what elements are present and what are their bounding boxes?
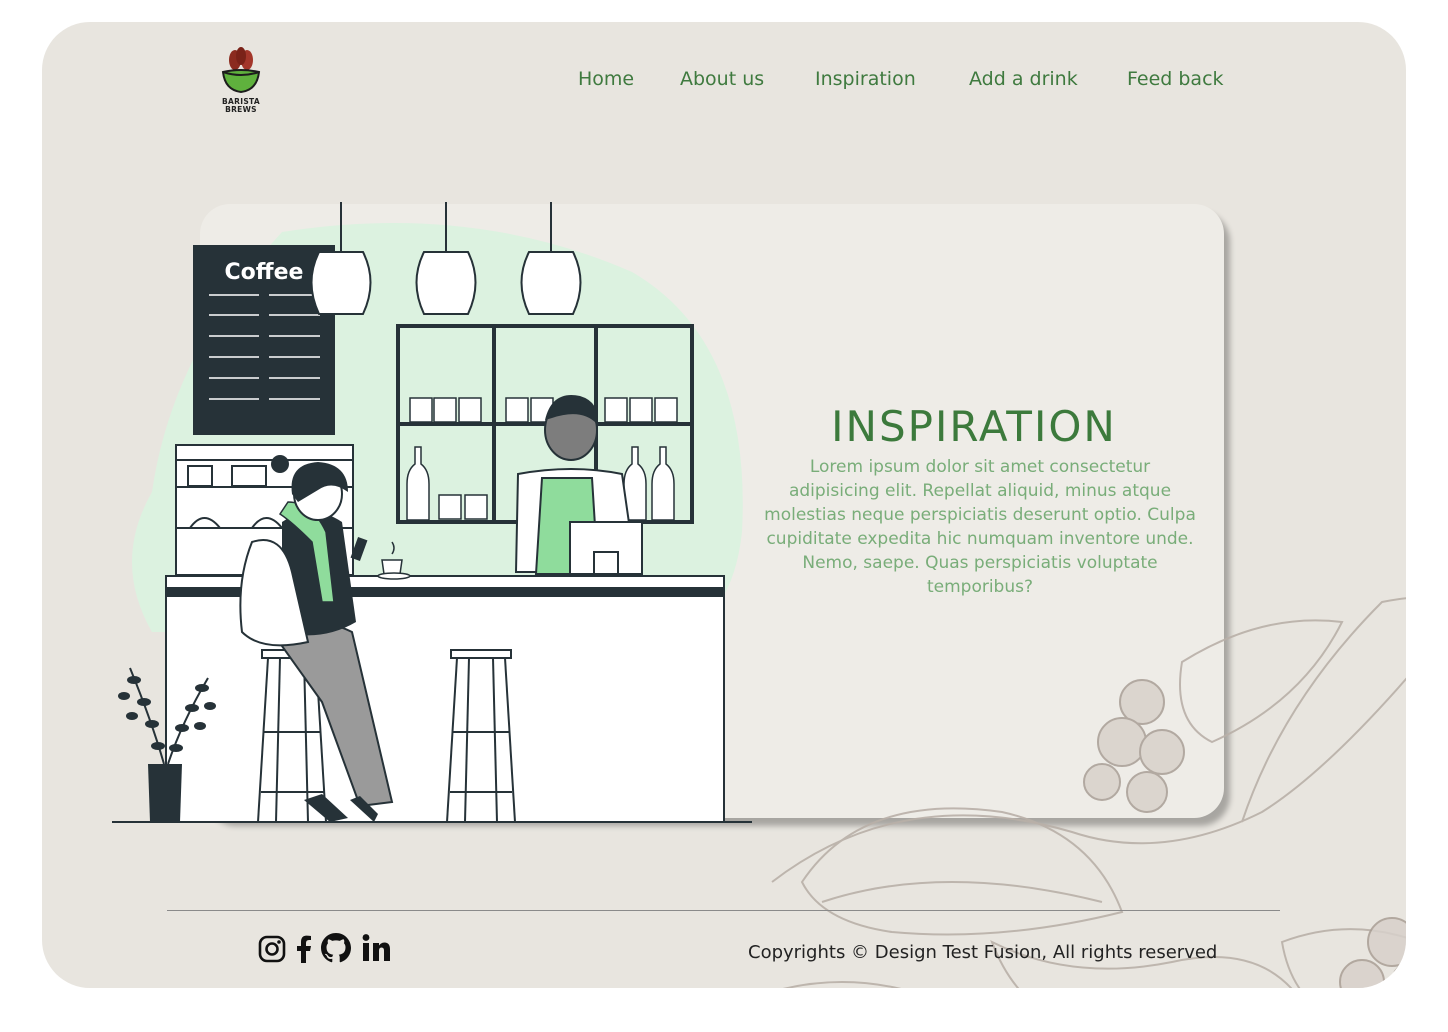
- logo-text-line2: BREWS: [225, 105, 257, 114]
- instagram-icon[interactable]: [258, 932, 286, 964]
- nav-add-a-drink[interactable]: Add a drink: [969, 68, 1078, 90]
- menu-board-title: Coffee: [225, 260, 304, 285]
- nav-feed-back[interactable]: Feed back: [1127, 68, 1224, 90]
- nav-inspiration[interactable]: Inspiration: [815, 68, 916, 90]
- linkedin-icon[interactable]: [360, 932, 390, 964]
- page-frame: BARISTA BREWS Home About us Inspiration …: [42, 22, 1406, 988]
- cafe-barista-illustration: Coffee: [112, 202, 752, 823]
- footer-divider: [167, 910, 1280, 911]
- main-nav: Home About us Inspiration Add a drink Fe…: [42, 68, 1406, 98]
- page-title: INSPIRATION: [831, 402, 1117, 451]
- github-icon[interactable]: [320, 932, 351, 964]
- copyright-text: Copyrights © Design Test Fusion, All rig…: [748, 942, 1218, 963]
- nav-about-us[interactable]: About us: [680, 68, 764, 90]
- intro-paragraph: Lorem ipsum dolor sit amet consectetur a…: [764, 457, 1196, 597]
- facebook-icon[interactable]: [290, 932, 318, 964]
- nav-home[interactable]: Home: [578, 68, 634, 90]
- coffee-plant-sketch-icon: [771, 597, 1406, 988]
